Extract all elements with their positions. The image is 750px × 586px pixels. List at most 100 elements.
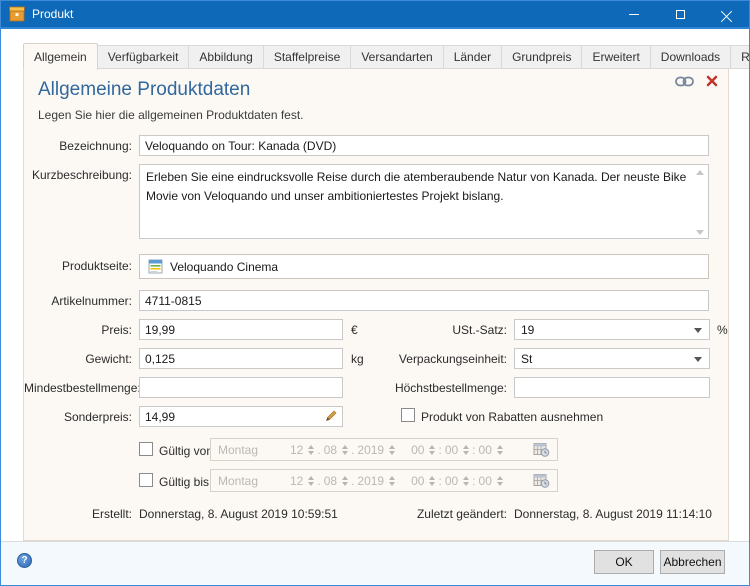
year-spinner[interactable] [389,476,395,486]
erstellt-value: Donnerstag, 8. August 2019 10:59:51 [139,507,338,521]
ust-satz-combobox[interactable]: 19 [514,319,710,340]
verpackungseinheit-label: Verpackungseinheit: [342,352,507,366]
spinner-down-icon [463,451,469,455]
hoechstbestellmenge-input[interactable] [514,377,710,398]
tab-staffelpreise[interactable]: Staffelpreise [264,45,352,69]
bezeichnung-label: Bezeichnung: [24,139,132,153]
textarea-scroll-up-icon[interactable] [696,170,704,175]
calendar-picker-button[interactable] [533,442,550,457]
year-spinner[interactable] [389,445,395,455]
zuletzt-geaendert-value: Donnerstag, 8. August 2019 11:14:10 [514,507,712,521]
calendar-clock-icon [533,442,550,457]
minute-value: 00 [445,474,458,488]
ust-satz-label: USt.-Satz: [342,323,507,337]
second-spinner[interactable] [497,476,503,486]
month-value: 08 [324,474,337,488]
time-separator: : [438,474,441,488]
time-separator: : [472,474,475,488]
page-title: Allgemeine Produktdaten [38,79,250,101]
second-spinner[interactable] [497,445,503,455]
spinner-down-icon [429,451,435,455]
verpackungseinheit-combobox[interactable]: St [514,348,710,369]
spinner-up-icon [308,445,314,449]
tab-page-allgemein: Allgemeine Produktdaten Legen Sie hier d… [23,68,729,541]
date-separator: . [351,443,354,457]
gueltig-von-datetime-picker[interactable]: Montag 12 . 08 . 2019 00 : 00 : 00 [210,438,558,461]
minute-spinner[interactable] [463,476,469,486]
produktseite-item[interactable]: Veloquando Cinema [139,254,709,279]
spinner-up-icon [342,476,348,480]
remove-icon[interactable] [706,75,718,87]
produktseite-label: Produktseite: [24,259,132,273]
sonderpreis-input[interactable] [139,406,343,427]
link-icon[interactable] [675,76,694,87]
day-spinner[interactable] [308,476,314,486]
date-separator: . [317,443,320,457]
product-app-icon [9,6,25,22]
gewicht-input[interactable] [139,348,343,369]
weekday-value: Montag [218,443,290,457]
month-spinner[interactable] [342,445,348,455]
tab-verfuegbarkeit[interactable]: Verfügbarkeit [98,45,190,69]
minimize-icon [629,14,639,15]
hour-spinner[interactable] [429,445,435,455]
erstellt-label: Erstellt: [24,507,132,521]
tab-rechte[interactable]: Rechte [731,45,750,69]
spinner-down-icon [389,482,395,486]
minimize-button[interactable] [611,1,657,27]
cancel-button[interactable]: Abbrechen [660,550,725,574]
gueltig-von-label: Gültig von: [159,444,216,458]
mindestbestellmenge-input[interactable] [139,377,343,398]
calendar-picker-button[interactable] [533,473,550,488]
kurzbeschreibung-textarea[interactable]: Erleben Sie eine eindrucksvolle Reise du… [139,164,709,239]
tab-erweitert[interactable]: Erweitert [582,45,650,69]
spinner-up-icon [429,476,435,480]
page-icon [148,259,163,274]
artikelnummer-label: Artikelnummer: [24,294,132,308]
tab-grundpreis[interactable]: Grundpreis [502,45,582,69]
spinner-up-icon [463,445,469,449]
artikelnummer-input[interactable] [139,290,709,311]
spinner-up-icon [389,476,395,480]
tab-versandarten[interactable]: Versandarten [351,45,443,69]
spinner-down-icon [389,451,395,455]
day-spinner[interactable] [308,445,314,455]
hour-spinner[interactable] [429,476,435,486]
product-dialog-window: Produkt Allgemein Verfügbarkeit Abbildun… [0,0,750,586]
help-icon[interactable]: ? [17,553,32,568]
minute-value: 00 [445,443,458,457]
day-value: 12 [290,474,303,488]
ust-satz-unit: % [717,323,728,337]
ok-button[interactable]: OK [594,550,654,574]
textarea-scroll-down-icon[interactable] [696,230,704,235]
maximize-button[interactable] [657,1,703,27]
year-value: 2019 [357,443,384,457]
gueltig-bis-datetime-picker[interactable]: Montag 12 . 08 . 2019 00 : 00 : 00 [210,469,558,492]
gewicht-label: Gewicht: [24,352,132,366]
spinner-up-icon [308,476,314,480]
year-value: 2019 [357,474,384,488]
gueltig-von-checkbox[interactable] [139,442,153,456]
produktseite-value: Veloquando Cinema [170,260,278,274]
preis-input[interactable] [139,319,343,340]
bezeichnung-input[interactable] [139,135,709,156]
tab-abbildung[interactable]: Abbildung [189,45,263,69]
tab-allgemein[interactable]: Allgemein [23,43,98,70]
kurzbeschreibung-label: Kurzbeschreibung: [24,168,132,182]
titlebar[interactable]: Produkt [1,1,749,29]
close-button[interactable] [703,1,749,27]
spinner-down-icon [342,482,348,486]
tab-laender[interactable]: Länder [444,45,502,69]
rabatt-checkbox[interactable] [401,408,415,422]
gueltig-bis-checkbox[interactable] [139,473,153,487]
tab-downloads[interactable]: Downloads [651,45,731,69]
verpackungseinheit-value: St [521,352,532,366]
spinner-down-icon [497,451,503,455]
spinner-down-icon [308,451,314,455]
date-separator: . [351,474,354,488]
edit-pencil-icon[interactable] [324,409,338,423]
month-spinner[interactable] [342,476,348,486]
minute-spinner[interactable] [463,445,469,455]
hoechstbestellmenge-label: Höchstbestellmenge: [342,381,507,395]
mindestbestellmenge-label: Mindestbestellmenge: [24,381,132,395]
